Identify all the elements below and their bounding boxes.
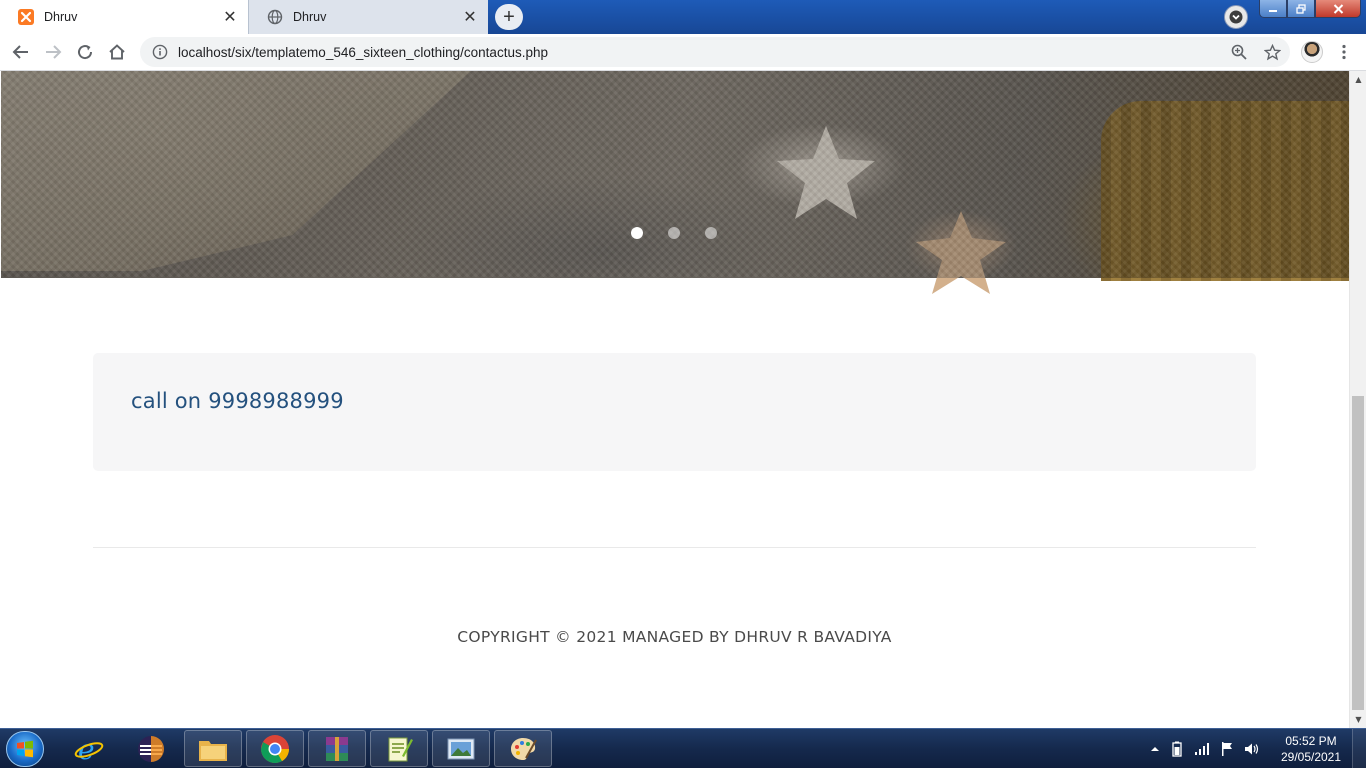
hero-overlay <box>1 71 1349 278</box>
tab-dhruv-active[interactable]: Dhruv ✕ <box>0 0 248 34</box>
action-center-flag-icon[interactable] <box>1220 741 1234 757</box>
back-arrow-icon <box>12 45 28 59</box>
carousel-dots <box>631 227 717 239</box>
clock-time: 05:52 PM <box>1285 734 1337 748</box>
back-button[interactable] <box>9 40 33 64</box>
xampp-icon <box>18 9 34 25</box>
show-desktop-button[interactable] <box>1352 729 1366 768</box>
system-tray <box>1150 729 1260 768</box>
taskbar-paint[interactable] <box>494 730 552 767</box>
taskbar-file-explorer[interactable] <box>184 730 242 767</box>
window-controls <box>1259 0 1361 20</box>
forward-arrow-icon <box>46 45 62 59</box>
close-window-button[interactable] <box>1315 0 1361 18</box>
contact-box: call on 9998988999 <box>93 353 1256 471</box>
zoom-icon <box>1231 44 1247 60</box>
internet-explorer-icon: e <box>74 734 104 764</box>
restore-button[interactable] <box>1287 0 1315 18</box>
chrome-icon <box>261 734 289 763</box>
tab-close-icon[interactable]: ✕ <box>462 9 478 25</box>
scroll-down-icon[interactable]: ▼ <box>1350 711 1366 728</box>
profile-button[interactable] <box>1300 40 1324 64</box>
file-explorer-icon <box>199 740 227 761</box>
minimize-icon <box>1269 9 1277 12</box>
carousel-dot[interactable] <box>705 227 717 239</box>
taskbar-notepad-plus[interactable] <box>370 730 428 767</box>
copyright-text: COPYRIGHT © 2021 MANAGED BY DHRUV R BAVA… <box>457 628 892 646</box>
photo-viewer-icon <box>447 738 475 759</box>
taskbar-internet-explorer[interactable]: e <box>60 730 118 767</box>
vertical-scrollbar[interactable]: ▲ ▼ <box>1349 71 1366 728</box>
scroll-up-icon[interactable]: ▲ <box>1350 71 1366 88</box>
clock-date: 29/05/2021 <box>1280 750 1342 764</box>
windows-logo-icon <box>17 740 33 758</box>
network-signal-icon[interactable] <box>1194 742 1210 756</box>
paint-icon <box>511 737 537 760</box>
volume-icon[interactable] <box>1244 742 1260 756</box>
battery-icon[interactable] <box>1170 741 1184 757</box>
address-bar[interactable]: localhost/six/templatemo_546_sixteen_clo… <box>140 37 1290 67</box>
reload-button[interactable] <box>73 40 97 64</box>
home-icon <box>109 44 125 60</box>
tab-close-icon[interactable]: ✕ <box>222 9 238 25</box>
carousel-dot[interactable] <box>668 227 680 239</box>
start-button[interactable] <box>6 731 44 767</box>
show-hidden-icons-icon[interactable] <box>1150 744 1160 754</box>
scroll-thumb[interactable] <box>1352 396 1364 710</box>
kebab-menu-icon <box>1342 44 1346 60</box>
tab-search-button[interactable] <box>1224 5 1248 29</box>
carousel-dot[interactable] <box>631 227 643 239</box>
new-tab-button[interactable]: + <box>495 4 523 30</box>
winrar-icon <box>326 736 348 761</box>
hero-banner-image <box>1 71 1361 294</box>
tab-dhruv-inactive[interactable]: Dhruv ✕ <box>248 0 488 34</box>
forward-button[interactable] <box>41 40 65 64</box>
globe-icon <box>267 9 283 25</box>
zoom-button[interactable] <box>1227 40 1251 64</box>
contact-phone-text: call on 9998988999 <box>131 389 344 413</box>
taskbar-chrome[interactable] <box>246 730 304 767</box>
taskbar-clock[interactable]: 05:52 PM 29/05/2021 <box>1278 733 1344 765</box>
reload-icon <box>78 45 93 60</box>
restore-icon <box>1296 3 1306 14</box>
avatar <box>1301 41 1323 63</box>
home-button[interactable] <box>105 40 129 64</box>
page-viewport: call on 9998988999 COPYRIGHT © 2021 MANA… <box>0 71 1366 728</box>
browser-titlebar: Dhruv ✕ Dhruv ✕ + <box>0 0 1366 34</box>
tab-title: Dhruv <box>293 10 327 24</box>
eclipse-icon <box>138 735 164 762</box>
star-icon <box>1263 43 1281 60</box>
browser-toolbar: localhost/six/templatemo_546_sixteen_clo… <box>0 34 1366 71</box>
bookmark-button[interactable] <box>1260 40 1284 64</box>
close-icon <box>1333 3 1343 14</box>
footer-divider <box>93 547 1256 548</box>
windows-taskbar: e 05:52 PM 29/05/2021 <box>0 728 1366 768</box>
taskbar-eclipse[interactable] <box>122 730 180 767</box>
tab-title: Dhruv <box>44 10 78 24</box>
url-text[interactable]: localhost/six/templatemo_546_sixteen_clo… <box>178 45 548 60</box>
chevron-down-icon <box>1229 10 1243 24</box>
taskbar-winrar[interactable] <box>308 730 366 767</box>
menu-button[interactable] <box>1332 40 1356 64</box>
notepad-plus-icon <box>388 737 413 761</box>
minimize-button[interactable] <box>1259 0 1287 18</box>
info-icon[interactable] <box>152 44 168 60</box>
taskbar-photo-viewer[interactable] <box>432 730 490 767</box>
